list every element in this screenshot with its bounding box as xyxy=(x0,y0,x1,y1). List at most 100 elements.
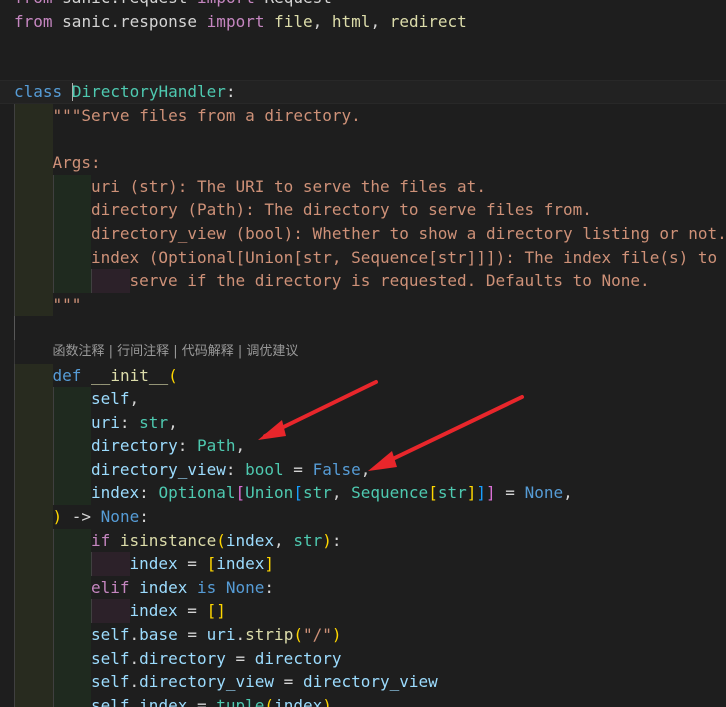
code-token: directory xyxy=(91,436,178,456)
code-token: index xyxy=(129,601,178,621)
code-line[interactable]: Args: xyxy=(0,151,726,175)
indent-guide xyxy=(14,174,53,199)
code-editor[interactable]: from sanic.request import Requestfrom sa… xyxy=(0,0,726,707)
code-line[interactable] xyxy=(0,127,726,152)
code-line[interactable] xyxy=(0,316,726,340)
code-token: directory_view (bool): Whether to show a… xyxy=(91,223,726,243)
code-token: Path xyxy=(196,436,236,456)
code-line[interactable]: """ xyxy=(0,292,726,317)
line-lead-space xyxy=(0,151,14,175)
code-line[interactable]: ) -> None: xyxy=(0,505,726,529)
code-line[interactable]: """Serve files from a directory. xyxy=(0,103,726,128)
code-token: self xyxy=(91,625,130,645)
code-token: ) xyxy=(322,530,332,550)
code-line[interactable]: index = [index] xyxy=(0,552,726,576)
code-line[interactable]: directory_view: bool = False, xyxy=(0,457,726,482)
code-token: ) xyxy=(322,695,332,707)
code-token: . xyxy=(235,625,246,645)
code-token: directory_view xyxy=(139,672,275,692)
code-line[interactable]: self.directory_view = directory_view xyxy=(0,670,726,694)
indent-guide xyxy=(14,575,53,600)
code-line[interactable]: index: Optional[Union[str, Sequence[str]… xyxy=(0,481,726,506)
code-line[interactable] xyxy=(0,57,726,81)
indent-guide xyxy=(52,646,91,671)
code-token: """Serve files from a directory. xyxy=(52,105,361,125)
code-line[interactable]: index = [] xyxy=(0,599,726,624)
code-token: = xyxy=(495,483,525,503)
code-token: : xyxy=(225,82,236,102)
line-lead-space xyxy=(0,576,14,600)
code-token: : xyxy=(225,459,246,479)
code-token: str xyxy=(139,412,169,432)
line-lead-space xyxy=(0,623,14,647)
code-line[interactable]: directory: Path, xyxy=(0,434,726,458)
indent-guide xyxy=(52,623,91,647)
indent-guide xyxy=(14,599,53,624)
line-lead-space xyxy=(0,552,14,576)
code-token: , xyxy=(563,483,573,503)
code-line[interactable]: class DirectoryHandler: xyxy=(0,80,726,104)
indent-guide xyxy=(14,670,53,694)
code-line[interactable]: uri (str): The URI to serve the files at… xyxy=(0,174,726,199)
code-token: self xyxy=(91,672,130,692)
code-line[interactable]: self.base = uri.strip("/") xyxy=(0,623,726,647)
code-token: Request xyxy=(255,0,331,7)
code-token: tuple xyxy=(216,695,265,707)
code-token: : xyxy=(264,577,275,597)
code-token: [ xyxy=(235,483,246,503)
line-lead-space xyxy=(0,104,14,128)
code-token: serve if the directory is requested. Def… xyxy=(129,271,650,291)
line-lead-space xyxy=(0,529,14,553)
code-line[interactable]: serve if the directory is requested. Def… xyxy=(0,269,726,293)
code-token: = xyxy=(177,625,207,645)
indent-guide xyxy=(14,245,53,270)
code-token: = xyxy=(177,554,207,574)
line-lead-space xyxy=(0,33,14,57)
code-token: [ xyxy=(206,554,217,574)
code-token: Sequence xyxy=(351,483,429,503)
line-lead-space xyxy=(0,198,14,222)
code-token: index xyxy=(139,695,188,707)
line-lead-space xyxy=(0,128,14,152)
code-line[interactable]: directory_view (bool): Whether to show a… xyxy=(0,221,726,246)
line-lead-space xyxy=(0,57,14,81)
codelens-links[interactable]: 函数注释 | 行间注释 | 代码解释 | 调优建议 xyxy=(53,344,299,359)
code-line[interactable]: self, xyxy=(0,387,726,411)
code-token: ( xyxy=(264,695,275,707)
indent-guide xyxy=(52,198,91,222)
code-line[interactable]: self.index = tuple(index) xyxy=(0,693,726,707)
indent-guide xyxy=(52,174,91,199)
indent-guide xyxy=(14,646,53,671)
indent-guide xyxy=(14,363,53,388)
code-line[interactable]: from sanic.response import file, html, r… xyxy=(0,10,726,34)
line-lead-space xyxy=(0,411,14,435)
code-token: directory xyxy=(254,648,342,668)
code-line[interactable]: uri: str, xyxy=(0,410,726,435)
code-line[interactable]: from sanic.request import Request xyxy=(0,0,726,10)
line-lead-space xyxy=(0,293,14,317)
line-lead-space xyxy=(0,599,14,623)
code-line[interactable]: elif index is None: xyxy=(0,575,726,600)
code-token: = xyxy=(187,695,217,707)
code-line[interactable]: def __init__( xyxy=(0,363,726,388)
code-line[interactable]: directory (Path): The directory to serve… xyxy=(0,198,726,222)
code-token: if xyxy=(91,530,111,550)
code-token: directory (Path): The directory to serve… xyxy=(91,200,592,220)
code-lines[interactable]: from sanic.request import Requestfrom sa… xyxy=(0,0,726,707)
code-line[interactable]: if isinstance(index, str): xyxy=(0,528,726,553)
code-token: directory xyxy=(139,648,226,668)
code-token: None xyxy=(100,507,140,527)
line-lead-space xyxy=(0,481,14,505)
code-line[interactable]: self.directory = directory xyxy=(0,646,726,671)
line-lead-space xyxy=(0,458,14,482)
codelens-actions[interactable]: 函数注释 | 行间注释 | 代码解释 | 调优建议 xyxy=(0,339,726,364)
code-token: , xyxy=(274,530,294,550)
code-line[interactable] xyxy=(0,33,726,57)
code-token: str xyxy=(437,483,467,503)
code-line[interactable]: index (Optional[Union[str, Sequence[str]… xyxy=(0,245,726,270)
code-token: . xyxy=(129,672,140,692)
indent-guide xyxy=(14,316,53,340)
